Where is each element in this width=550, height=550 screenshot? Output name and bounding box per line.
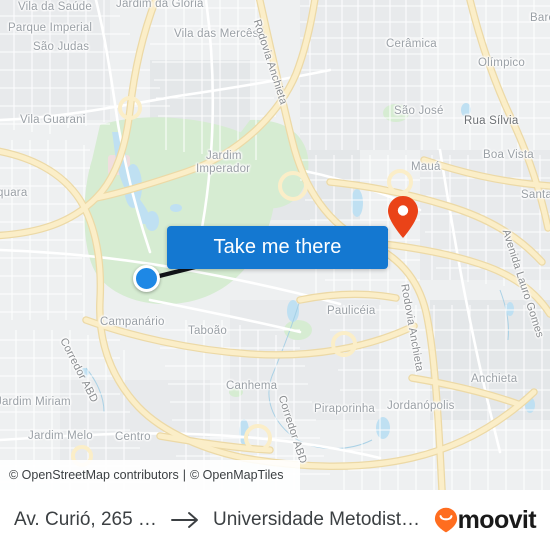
moovit-map-screen: Vila da Saúde Jardim da Gloria Parque Impe…	[0, 0, 550, 550]
attribution-separator: |	[182, 468, 186, 482]
origin-dot-marker[interactable]	[133, 265, 160, 292]
arrow-right-icon	[171, 511, 201, 529]
map-canvas[interactable]: Vila da Saúde Jardim da Gloria Parque Impe…	[0, 0, 550, 490]
take-me-there-label: Take me there	[213, 236, 342, 258]
moovit-logo[interactable]: moovit	[426, 505, 537, 535]
destination-name-label: Universidade Metodista de Sã...	[213, 509, 426, 530]
route-footer: Av. Curió, 265 - C... Universidade Metod…	[0, 490, 550, 550]
destination-pin-marker[interactable]	[387, 195, 419, 239]
origin-address-label: Av. Curió, 265 - C...	[14, 509, 159, 530]
moovit-pin-icon	[434, 507, 457, 533]
take-me-there-button[interactable]: Take me there	[167, 226, 388, 269]
attribution-osm[interactable]: © OpenStreetMap contributors	[9, 468, 179, 482]
map-attribution: © OpenStreetMap contributors | © OpenMap…	[0, 460, 300, 490]
moovit-wordmark: moovit	[457, 505, 537, 534]
attribution-openmaptiles[interactable]: © OpenMapTiles	[190, 468, 284, 482]
